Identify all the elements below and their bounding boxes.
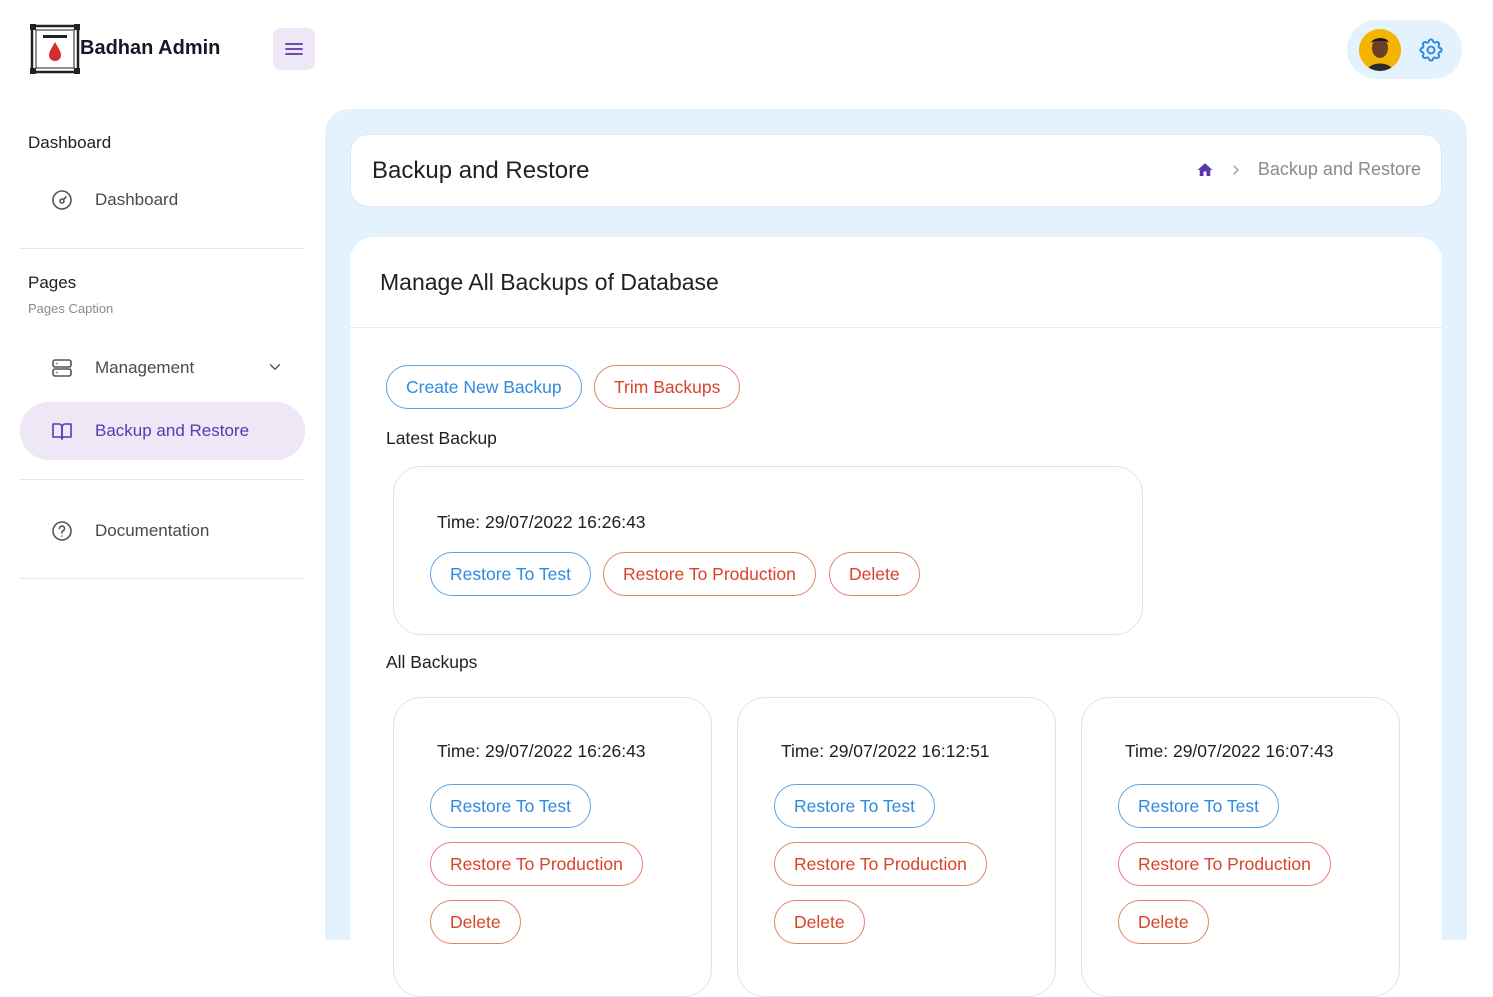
book-icon: [52, 423, 72, 440]
help-circle-icon: [52, 521, 72, 541]
restore-to-test-button[interactable]: Restore To Test: [774, 784, 935, 828]
sidebar-group-subcaption: Pages Caption: [28, 301, 114, 316]
sidebar: Dashboard Dashboard Pages Pages Caption …: [0, 100, 325, 940]
sidebar-item-backup-restore[interactable]: Backup and Restore: [20, 402, 305, 460]
latest-backup-heading: Latest Backup: [386, 428, 497, 448]
backup-card: Time: 29/07/2022 16:26:43 Restore To Tes…: [393, 697, 712, 997]
sidebar-group-caption-pages: Pages: [28, 273, 77, 292]
breadcrumb-current: Backup and Restore: [1257, 159, 1421, 179]
restore-to-test-button[interactable]: Restore To Test: [430, 784, 591, 828]
trim-backups-button[interactable]: Trim Backups: [594, 365, 741, 409]
restore-to-production-button[interactable]: Restore To Production: [774, 842, 987, 886]
backup-card: Time: 29/07/2022 16:07:43 Restore To Tes…: [1081, 697, 1400, 997]
main-content: Backup and Restore Backup and Restore Ma…: [325, 109, 1467, 997]
backups-card: Manage All Backups of Database Create Ne…: [350, 237, 1442, 997]
restore-to-production-button[interactable]: Restore To Production: [603, 552, 816, 596]
chevron-down-icon[interactable]: [266, 358, 284, 376]
delete-backup-button[interactable]: Delete: [774, 900, 865, 944]
backup-time: Time: 29/07/2022 16:26:43: [437, 741, 646, 761]
sidebar-divider: [20, 479, 305, 480]
sidebar-item-management[interactable]: Management: [20, 339, 305, 397]
page-title: Backup and Restore: [372, 157, 590, 184]
backup-time: Time: 29/07/2022 16:07:43: [1125, 741, 1334, 761]
delete-backup-button[interactable]: Delete: [1118, 900, 1209, 944]
restore-to-production-button[interactable]: Restore To Production: [1118, 842, 1331, 886]
sidebar-item-label: Documentation: [95, 521, 210, 540]
backup-time: Time: 29/07/2022 16:26:43: [437, 512, 646, 532]
sidebar-item-label: Management: [95, 358, 195, 377]
breadcrumb: Backup and Restore Backup and Restore: [350, 134, 1442, 207]
sidebar-item-label: Dashboard: [95, 190, 179, 209]
sidebar-item-dashboard[interactable]: Dashboard: [20, 171, 305, 229]
top-header: Badhan Admin: [0, 0, 1493, 100]
home-icon[interactable]: [1196, 161, 1214, 179]
backup-time: Time: 29/07/2022 16:12:51: [781, 741, 990, 761]
restore-to-production-button[interactable]: Restore To Production: [430, 842, 643, 886]
app-brand-title: Badhan Admin: [80, 37, 221, 59]
sidebar-group-caption-dashboard: Dashboard: [28, 133, 112, 152]
backup-card: Time: 29/07/2022 16:12:51 Restore To Tes…: [737, 697, 1056, 997]
chevron-right-icon: [1233, 164, 1239, 175]
delete-backup-button[interactable]: Delete: [430, 900, 521, 944]
restore-to-test-button[interactable]: Restore To Test: [430, 552, 591, 596]
gear-icon[interactable]: [1417, 36, 1445, 64]
all-backups-heading: All Backups: [386, 652, 478, 672]
sidebar-item-documentation[interactable]: Documentation: [20, 502, 305, 560]
breadcrumb-trail: Backup and Restore: [1196, 159, 1421, 180]
dashboard-icon: [52, 190, 72, 210]
sidebar-item-label: Backup and Restore: [95, 421, 250, 440]
server-icon: [52, 359, 72, 377]
avatar[interactable]: [1359, 29, 1401, 71]
create-backup-button[interactable]: Create New Backup: [386, 365, 582, 409]
menu-toggle-button[interactable]: [273, 28, 315, 70]
badhan-logo[interactable]: [30, 24, 80, 74]
sidebar-divider: [20, 578, 305, 579]
sidebar-divider: [20, 248, 305, 249]
hamburger-menu-icon: [285, 43, 303, 55]
card-divider: [350, 327, 1442, 328]
profile-menu-button[interactable]: [1347, 20, 1462, 79]
latest-backup-card: Time: 29/07/2022 16:26:43 Restore To Tes…: [393, 466, 1143, 635]
delete-backup-button[interactable]: Delete: [829, 552, 920, 596]
restore-to-test-button[interactable]: Restore To Test: [1118, 784, 1279, 828]
card-title: Manage All Backups of Database: [380, 269, 719, 295]
